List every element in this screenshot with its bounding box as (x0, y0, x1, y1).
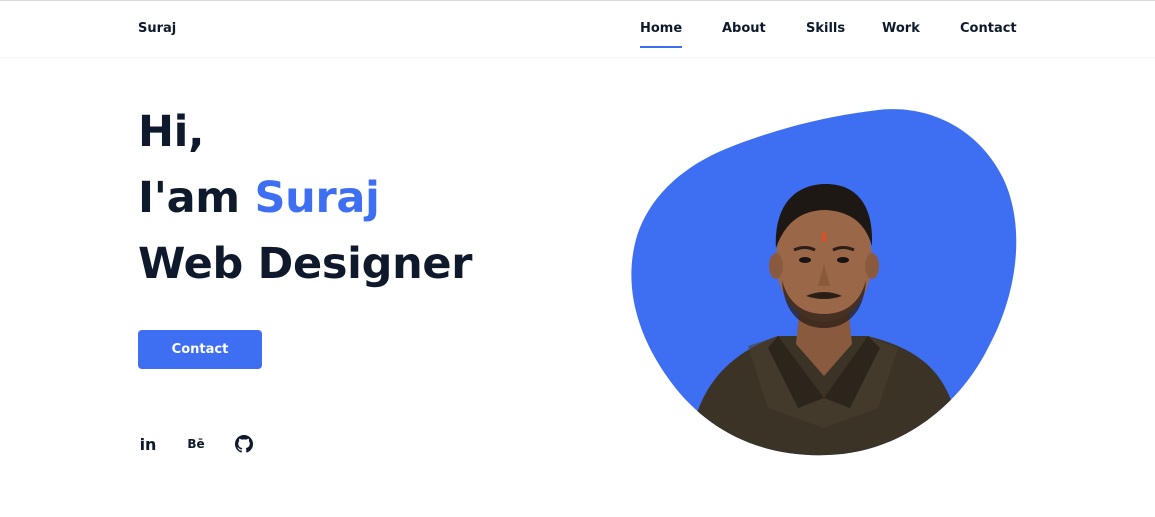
nav-skills[interactable]: Skills (806, 21, 845, 36)
nav-about[interactable]: About (722, 21, 766, 36)
hero-greeting: Hi, (138, 107, 205, 157)
site-header: Suraj Home About Skills Work Contact (0, 1, 1155, 57)
behance-icon: Bē (187, 437, 205, 451)
contact-button[interactable]: Contact (138, 330, 262, 369)
profile-photo (628, 108, 1020, 458)
behance-link[interactable]: Bē (186, 434, 206, 454)
hero-intro-line: I'am Suraj (138, 177, 380, 220)
linkedin-link[interactable]: in (138, 434, 158, 454)
github-icon (235, 435, 253, 453)
nav-work[interactable]: Work (882, 21, 920, 36)
main-nav: Home About Skills Work Contact (0, 21, 1155, 51)
hero-intro: I'am (138, 173, 255, 223)
github-link[interactable] (234, 434, 254, 454)
hero-role: Web Designer (138, 239, 473, 289)
nav-home[interactable]: Home (640, 21, 683, 48)
hero-name: Suraj (254, 173, 380, 223)
nav-contact[interactable]: Contact (960, 21, 1017, 36)
linkedin-icon: in (139, 434, 157, 454)
